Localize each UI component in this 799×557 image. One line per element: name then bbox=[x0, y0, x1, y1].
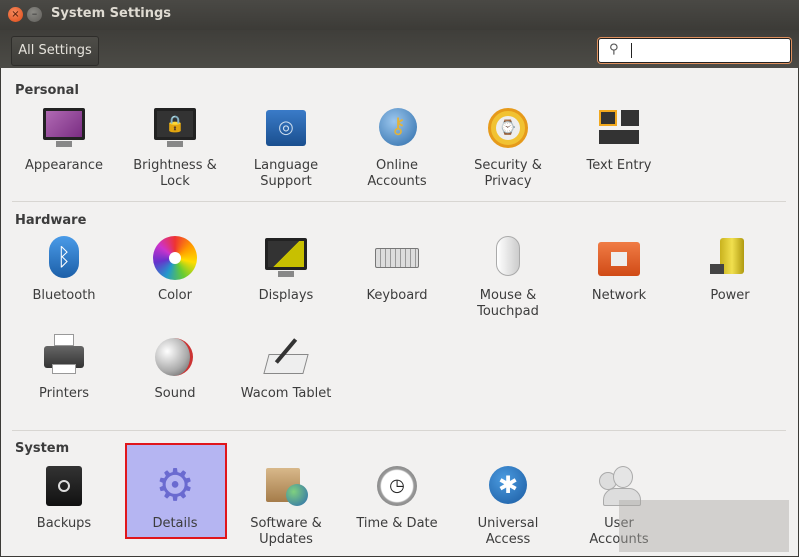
settings-item-bluetooth[interactable]: ᛒ Bluetooth bbox=[12, 234, 116, 304]
online-accounts-icon: ⚷ bbox=[373, 104, 421, 152]
settings-item-label: Displays bbox=[258, 288, 314, 303]
settings-item-label: Printers bbox=[38, 386, 90, 401]
section-system: System bbox=[15, 441, 70, 456]
display-icon bbox=[262, 234, 310, 282]
watermark bbox=[619, 500, 789, 552]
settings-item-universal-access[interactable]: ✱ Universal Access bbox=[456, 462, 560, 548]
gear-icon: ⚙ bbox=[155, 460, 195, 511]
keyboard-icon bbox=[373, 234, 421, 282]
settings-item-sound[interactable]: Sound bbox=[123, 332, 227, 402]
settings-item-label: Mouse & Touchpad bbox=[477, 288, 539, 319]
text-cursor bbox=[631, 43, 632, 58]
language-flag-icon: ◎ bbox=[262, 104, 310, 152]
settings-item-label: Sound bbox=[154, 386, 196, 401]
settings-item-printers[interactable]: Printers bbox=[12, 332, 116, 402]
settings-item-label: Online Accounts bbox=[367, 158, 427, 189]
settings-item-label: Wacom Tablet bbox=[240, 386, 332, 401]
settings-item-label: Time & Date bbox=[356, 516, 438, 531]
settings-item-label: Text Entry bbox=[586, 158, 652, 173]
settings-item-language-support[interactable]: ◎ Language Support bbox=[234, 104, 338, 190]
search-icon: ⚲ bbox=[609, 42, 619, 57]
settings-item-label: Network bbox=[591, 288, 647, 303]
settings-item-label: Language Support bbox=[253, 158, 319, 189]
settings-item-power[interactable]: Power bbox=[678, 234, 782, 304]
settings-item-label: Universal Access bbox=[477, 516, 539, 547]
settings-item-label: Backups bbox=[36, 516, 92, 531]
settings-item-label: Color bbox=[158, 288, 192, 303]
speaker-icon bbox=[151, 332, 199, 380]
section-hardware: Hardware bbox=[15, 213, 87, 228]
divider bbox=[12, 201, 786, 202]
settings-item-brightness-lock[interactable]: 🔒 Brightness & Lock bbox=[123, 104, 227, 190]
settings-item-label: Power bbox=[710, 288, 750, 303]
settings-item-label: Security & Privacy bbox=[474, 158, 542, 189]
settings-item-wacom-tablet[interactable]: Wacom Tablet bbox=[234, 332, 338, 402]
settings-item-text-entry[interactable]: Text Entry bbox=[567, 104, 671, 174]
battery-icon bbox=[706, 234, 754, 282]
search-input[interactable]: ⚲ bbox=[598, 38, 791, 63]
clock-icon: ◷ bbox=[373, 462, 421, 510]
printer-icon bbox=[40, 332, 88, 380]
bluetooth-icon: ᛒ bbox=[40, 234, 88, 282]
minimize-button[interactable]: – bbox=[27, 7, 42, 22]
settings-item-label: Software & Updates bbox=[250, 516, 322, 547]
settings-item-label: Keyboard bbox=[366, 288, 428, 303]
settings-item-online-accounts[interactable]: ⚷ Online Accounts bbox=[345, 104, 449, 190]
settings-item-security-privacy[interactable]: ⌚ Security & Privacy bbox=[456, 104, 560, 190]
settings-item-time-date[interactable]: ◷ Time & Date bbox=[345, 462, 449, 532]
mouse-icon bbox=[484, 234, 532, 282]
settings-item-backups[interactable]: Backups bbox=[12, 462, 116, 532]
all-settings-button[interactable]: All Settings bbox=[11, 36, 99, 66]
title-bar: × – System Settings bbox=[0, 0, 799, 30]
settings-item-details[interactable]: ⚙ Details bbox=[123, 462, 227, 532]
settings-item-software-updates[interactable]: Software & Updates bbox=[234, 462, 338, 548]
keyboard-keys-icon bbox=[595, 104, 643, 152]
section-personal: Personal bbox=[15, 83, 79, 98]
software-box-icon bbox=[262, 462, 310, 510]
settings-item-label: Bluetooth bbox=[32, 288, 96, 303]
settings-item-displays[interactable]: Displays bbox=[234, 234, 338, 304]
security-clock-icon: ⌚ bbox=[484, 104, 532, 152]
settings-item-appearance[interactable]: Appearance bbox=[12, 104, 116, 174]
settings-item-keyboard[interactable]: Keyboard bbox=[345, 234, 449, 304]
settings-item-label: Appearance bbox=[24, 158, 104, 173]
window-title: System Settings bbox=[51, 6, 172, 21]
wacom-tablet-icon bbox=[262, 332, 310, 380]
settings-item-network[interactable]: Network bbox=[567, 234, 671, 304]
network-folder-icon bbox=[595, 234, 643, 282]
divider bbox=[12, 430, 786, 431]
accessibility-icon: ✱ bbox=[484, 462, 532, 510]
close-button[interactable]: × bbox=[8, 7, 23, 22]
monitor-icon bbox=[40, 104, 88, 152]
settings-item-label: Details bbox=[152, 516, 198, 531]
settings-item-label: Brightness & Lock bbox=[133, 158, 217, 189]
safe-icon bbox=[40, 462, 88, 510]
settings-item-mouse-touchpad[interactable]: Mouse & Touchpad bbox=[456, 234, 560, 320]
color-flower-icon bbox=[151, 234, 199, 282]
lock-icon: 🔒 bbox=[151, 104, 199, 152]
settings-item-color[interactable]: Color bbox=[123, 234, 227, 304]
